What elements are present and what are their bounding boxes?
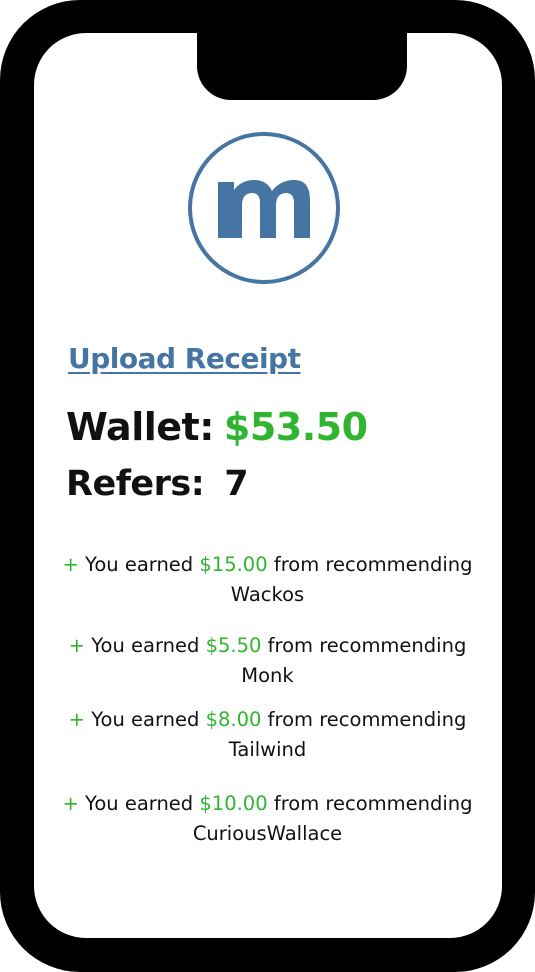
- activity-amount: $10.00: [199, 792, 268, 815]
- activity-text: You earned: [91, 708, 200, 731]
- plus-icon: +: [62, 792, 79, 815]
- activity-amount: $5.50: [205, 634, 262, 657]
- activity-text: from recommending: [273, 792, 473, 815]
- wallet-balance: Wallet: $53.50: [66, 405, 368, 449]
- refers-label: Refers:: [66, 464, 205, 504]
- upload-receipt-link[interactable]: Upload Receipt: [68, 342, 301, 375]
- plus-icon: +: [68, 708, 86, 731]
- m-logo-icon: [218, 180, 310, 238]
- activity-text: You earned: [85, 553, 194, 576]
- activity-amount: $8.00: [205, 708, 262, 731]
- phone-notch: [197, 33, 407, 100]
- plus-icon: +: [62, 553, 79, 576]
- activity-item: + You earned $10.00 from recommending Cu…: [40, 789, 495, 849]
- activity-text: You earned: [91, 634, 200, 657]
- wallet-amount: $53.50: [223, 405, 368, 449]
- activity-merchant: Tailwind: [228, 738, 307, 761]
- wallet-label: Wallet:: [66, 405, 214, 449]
- activity-merchant: Monk: [241, 664, 294, 687]
- activity-merchant: Wackos: [230, 583, 305, 606]
- refers-count: 7: [224, 464, 249, 504]
- activity-item: + You earned $8.00 from recommending Tai…: [40, 705, 495, 765]
- refer-count: Refers: 7: [66, 464, 249, 504]
- activity-merchant: CuriousWallace: [192, 822, 343, 845]
- activity-text: from recommending: [267, 634, 467, 657]
- activity-item: + You earned $15.00 from recommending Wa…: [40, 550, 495, 610]
- plus-icon: +: [68, 634, 86, 657]
- activity-item: + You earned $5.50 from recommending Mon…: [40, 631, 495, 691]
- activity-amount: $15.00: [199, 553, 268, 576]
- activity-text: You earned: [85, 792, 194, 815]
- activity-text: from recommending: [267, 708, 467, 731]
- activity-text: from recommending: [273, 553, 473, 576]
- brand-logo: [188, 132, 340, 284]
